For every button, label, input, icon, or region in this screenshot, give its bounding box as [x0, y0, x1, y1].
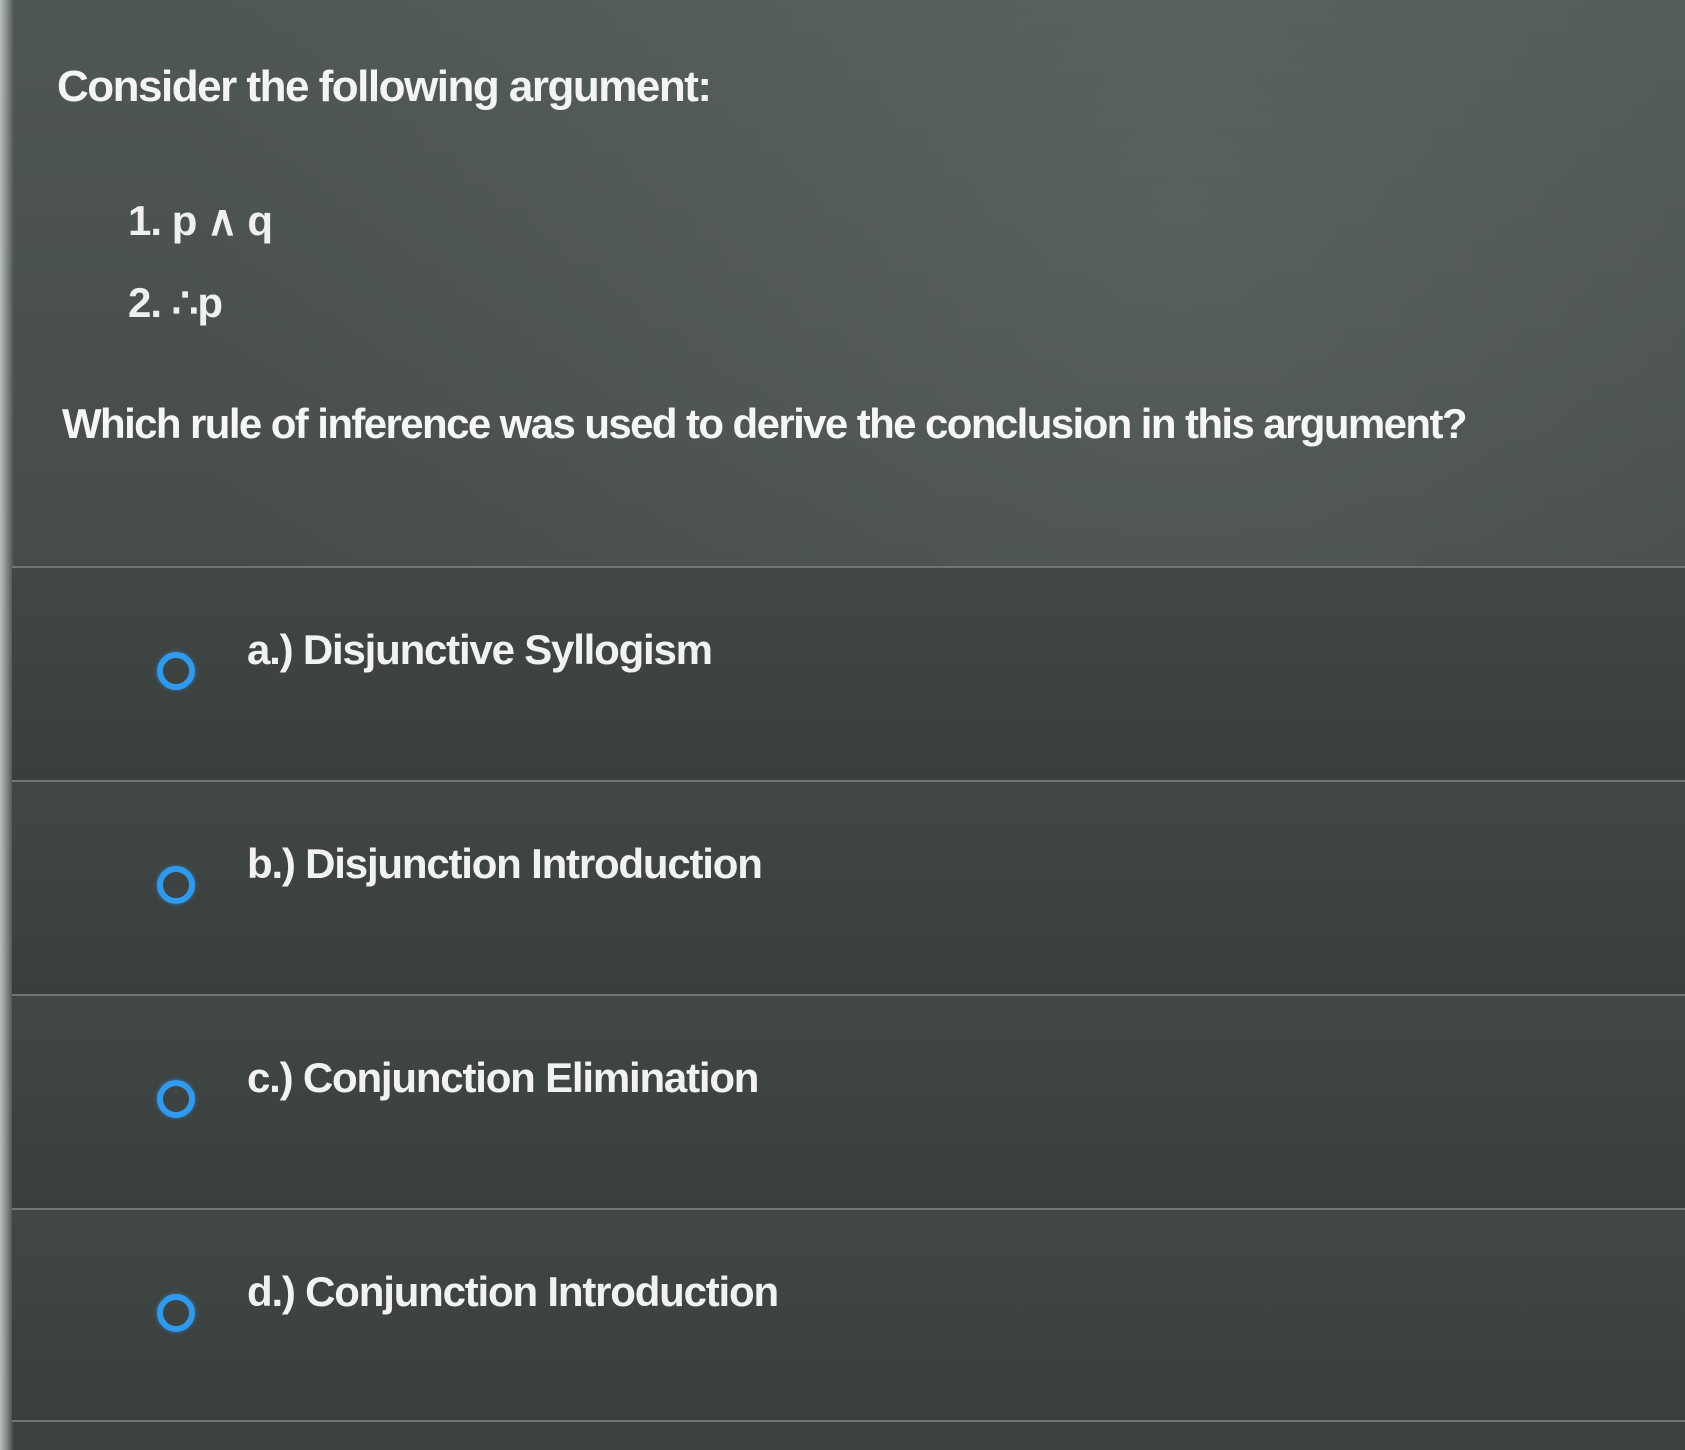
radio-button-b[interactable] — [157, 866, 195, 904]
radio-button-d[interactable] — [157, 1294, 195, 1332]
answer-options: a.) Disjunctive Syllogism b.) Disjunctio… — [12, 566, 1685, 1422]
radio-button-c[interactable] — [157, 1080, 195, 1118]
answer-option-a[interactable]: a.) Disjunctive Syllogism — [12, 566, 1685, 780]
answer-option-d-label: d.) Conjunction Introduction — [247, 1268, 779, 1315]
answer-option-c-label: c.) Conjunction Elimination — [247, 1054, 759, 1101]
answer-option-c[interactable]: c.) Conjunction Elimination — [12, 994, 1685, 1208]
argument-prompt: Consider the following argument: — [57, 62, 712, 111]
question-block: Consider the following argument: 1. p ∧ … — [0, 0, 1685, 570]
premise-1: 1. p ∧ q — [128, 197, 273, 244]
radio-button-a[interactable] — [157, 652, 195, 690]
answer-option-b-label: b.) Disjunction Introduction — [247, 840, 763, 887]
quiz-screen: Consider the following argument: 1. p ∧ … — [0, 0, 1685, 1450]
question-text: Which rule of inference was used to deri… — [62, 400, 1468, 447]
answer-option-a-label: a.) Disjunctive Syllogism — [247, 626, 713, 673]
answer-option-b[interactable]: b.) Disjunction Introduction — [12, 780, 1685, 994]
answer-option-d[interactable]: d.) Conjunction Introduction — [12, 1208, 1685, 1422]
premise-2-conclusion: 2. ∴p — [128, 279, 223, 326]
